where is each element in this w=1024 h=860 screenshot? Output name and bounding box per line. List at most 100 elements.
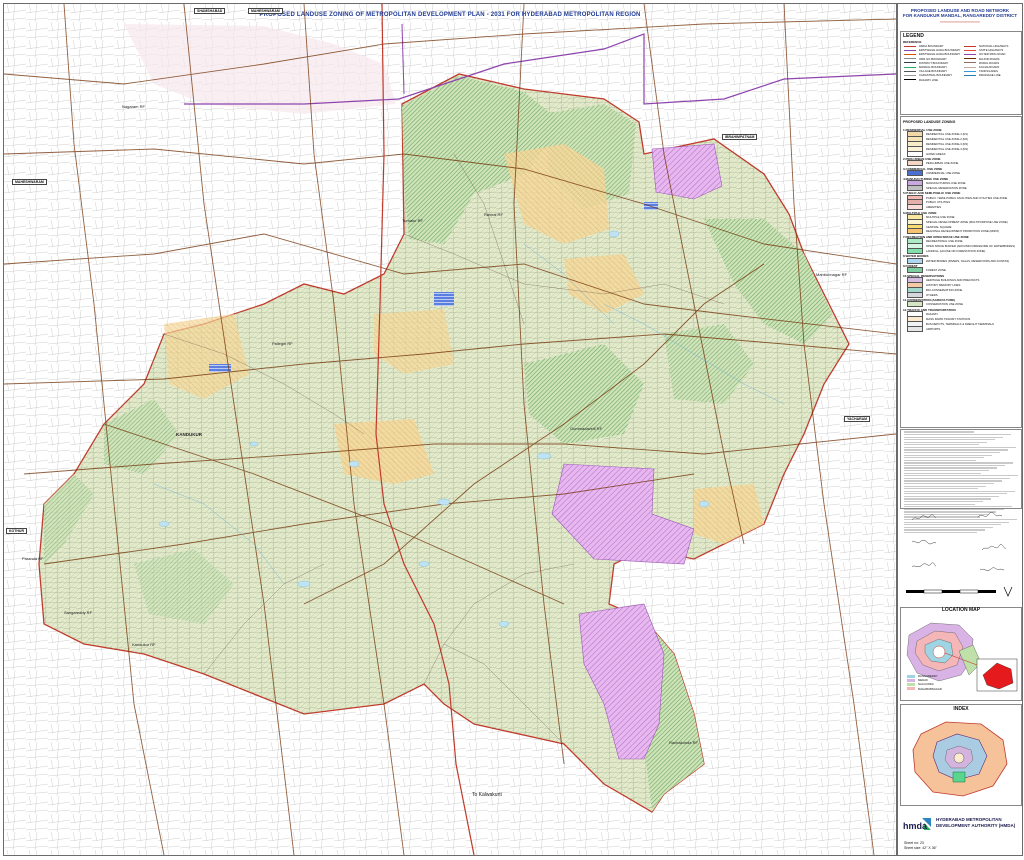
neighbour-tag: MAHESHWARAM — [248, 8, 283, 14]
zone-swatch — [907, 185, 923, 191]
district-swatch — [907, 687, 915, 690]
authority-name-line2: DEVELOPMENT AUTHORITY (HMDA) — [936, 823, 1015, 829]
notes-text-line — [904, 486, 986, 487]
notes-section — [900, 429, 1022, 509]
place-label-tumalur-rf: Tumalur RF — [402, 218, 423, 223]
district-swatch — [907, 683, 915, 686]
zone-label: MULTIPLE USE ZONE — [926, 215, 955, 219]
reference-legend-label: RAILWAY LINE — [919, 78, 938, 82]
map-title: PROPOSED LANDUSE ZONING OF METROPOLITAN … — [4, 12, 896, 18]
notes-text-line — [904, 447, 1016, 448]
signature — [970, 566, 1014, 575]
direction-label-kalwakurti: To Kalwakurti — [472, 792, 502, 798]
place-label-rachakonda-rf: Rachakonda RF — [669, 740, 698, 745]
legend-reference-section: LEGEND REFERENCE HMDA BOUNDARYERSTWHILE … — [900, 31, 1022, 115]
zone-legend-row: LANDFILL (HOUSE OR FORESTATION ZONE) — [901, 248, 1021, 253]
legend-heading: LEGEND — [901, 32, 1021, 40]
notes-text-line — [904, 493, 1007, 494]
zone-swatch — [907, 204, 923, 210]
notes-text-line — [904, 467, 997, 468]
place-label-maheshwaram: MAHESHWARAM — [12, 179, 47, 185]
zone-label: PUBLIC UTILITIES — [926, 200, 950, 204]
zone-label: AMENITIES — [926, 205, 941, 209]
authority-block: hmda HYDERABAD METROPOLITAN DEVELOPMENT … — [900, 807, 1020, 853]
line-symbol — [904, 75, 916, 76]
zone-label: PUBLIC / SEMI-PUBLIC FACILITIES AND UTIL… — [926, 196, 1007, 200]
line-symbol — [904, 67, 916, 68]
place-label-kothur: KOTHUR — [6, 528, 27, 534]
zone-label: MANUFACTURING USE ZONE — [926, 181, 965, 185]
zone-legend-row: GATED AREAS — [901, 151, 1021, 156]
zone-legend-row: COMMERCIAL USE ZONE — [901, 171, 1021, 176]
district-swatch — [907, 675, 915, 678]
line-symbol — [964, 62, 976, 63]
map-sheet: PROPOSED LANDUSE ZONING OF METROPOLITAN … — [0, 0, 1024, 860]
zone-label: OTHERS — [926, 293, 938, 297]
notes-text-line — [904, 460, 976, 461]
zone-swatch — [907, 228, 923, 234]
reference-legend-label: DRAINAGE LINE — [979, 73, 1001, 77]
notes-text-line — [904, 473, 981, 474]
sheet-size: Sheet size: 42" X 36" — [904, 846, 937, 850]
notes-text-line — [904, 488, 978, 489]
zoning-legend-section: PROPOSED LANDUSE ZONING 1.RESIDENTIAL US… — [900, 116, 1022, 428]
notes-text-line — [904, 449, 1008, 450]
zone-swatch — [907, 267, 923, 273]
zone-legend-row: REGIONAL DEVELOPMENT PROMOTION ZONE (RDP… — [901, 229, 1021, 234]
location-map-section: LOCATION MAP RANGAREDDYMEDAKNALGONDAMAHA… — [900, 607, 1022, 701]
zone-legend-row: SPECIAL RESERVATION ZONE — [901, 185, 1021, 190]
zone-label: MASS RAPID TRANSIT STATIONS — [926, 317, 970, 321]
zone-label: RESIDENTIAL USE ZONE-4 (R4) — [926, 147, 968, 151]
zone-legend-row: WATER BODIES (RIVERS, NALAS, RESERVOIRS … — [901, 258, 1021, 263]
location-map-legend: RANGAREDDYMEDAKNALGONDAMAHABUBNAGAR — [904, 674, 942, 691]
notes-text-line — [904, 462, 1013, 463]
zone-label: GATED AREAS — [926, 152, 946, 156]
notes-text-line — [904, 491, 1015, 492]
authority-name: HYDERABAD METROPOLITAN DEVELOPMENT AUTHO… — [936, 817, 1015, 829]
zoning-heading: PROPOSED LANDUSE ZONING — [901, 117, 1021, 127]
zone-legend-row: AMENITIES — [901, 205, 1021, 210]
signature — [970, 512, 1010, 521]
hmda-logo: hmda — [902, 817, 932, 833]
map-canvas[interactable]: PROPOSED LANDUSE ZONING OF METROPOLITAN … — [3, 3, 897, 856]
panel-title-line2: FOR KANDUKUR MANDAL, RANGAREDDY DISTRICT — [898, 13, 1022, 18]
place-label-mahbubnagar-rf: Mahbubnagar RF — [816, 272, 847, 277]
reference-legend-row: RAILWAY LINE — [901, 78, 961, 82]
zone-label: OPEN SPACE BUFFER (AROUND FORESHORE OF W… — [926, 244, 1015, 248]
svg-text:hmda: hmda — [903, 821, 928, 831]
reference-left-column: HMDA BOUNDARYERSTWHILE HUDA BOUNDARYERST… — [901, 44, 961, 82]
zone-label: RESIDENTIAL USE ZONE-1 (R1) — [926, 132, 968, 136]
signature — [904, 514, 944, 523]
line-symbol — [964, 58, 976, 59]
zone-label: BUS DEPOTS, TERMINALS & FREIGHT TERMINAL… — [926, 322, 994, 326]
zone-label: BIO-CONSERVATION ZONE — [926, 288, 962, 292]
notes-text-line — [904, 465, 1005, 466]
place-label-pallegiri-rf: Pallegiri RF — [272, 341, 293, 346]
signature — [904, 538, 944, 547]
notes-text-line — [904, 434, 1011, 435]
place-label-raviral-rf: Raviral RF — [484, 212, 503, 217]
notes-text-line — [904, 475, 1018, 476]
zone-legend-row: PERI-URBAN USE ZONE — [901, 161, 1021, 166]
index-map — [901, 712, 1021, 804]
line-symbol — [904, 58, 916, 59]
zone-legend-row: OTHERS — [901, 292, 1021, 297]
line-symbol — [964, 67, 976, 68]
district-label: MAHABUBNAGAR — [918, 687, 942, 691]
location-map-heading: LOCATION MAP — [901, 607, 1021, 613]
zone-swatch — [907, 160, 923, 166]
line-symbol — [964, 46, 976, 47]
scale-bar-graphic — [900, 584, 1020, 600]
index-section: INDEX — [900, 704, 1022, 806]
zone-legend-row: FOREST ZONE — [901, 268, 1021, 273]
notes-text-line — [904, 504, 975, 505]
line-symbol — [904, 71, 916, 72]
notes-text-line — [904, 439, 995, 440]
zoning-legend-list: 1.RESIDENTIAL USE ZONERESIDENTIAL USE ZO… — [901, 128, 1021, 331]
sheet-number: Sheet no: 23 — [904, 841, 924, 845]
panel-subtitle: ━━━━━━━━━━━━━━━━━━━━━━ — [898, 20, 1022, 24]
notes-text-line — [904, 444, 979, 445]
zone-label: COMMERCIAL USE ZONE — [926, 171, 960, 175]
place-label-nagaram-rf: Nagaram RF — [122, 104, 145, 109]
zone-label: LANDFILL (HOUSE OR FORESTATION ZONE) — [926, 249, 985, 253]
